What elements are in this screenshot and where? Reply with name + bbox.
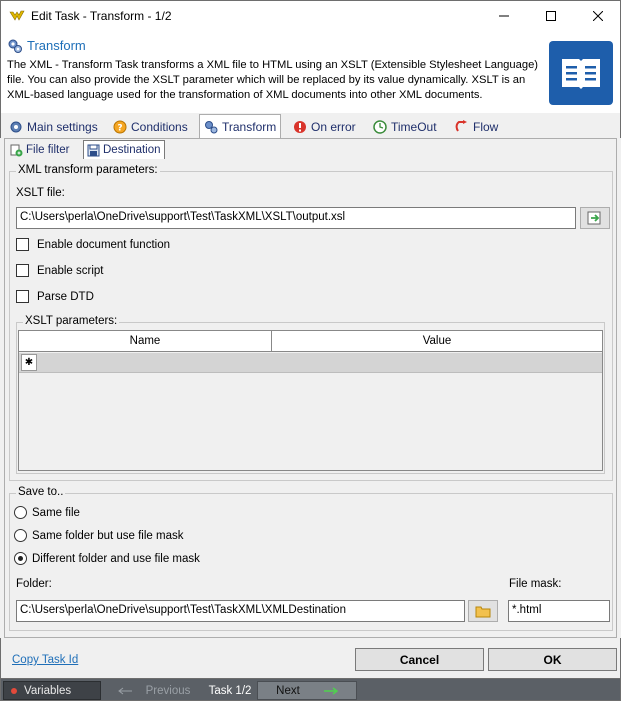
group-legend: XML transform parameters: [16, 164, 160, 176]
column-header-value[interactable]: Value [272, 331, 602, 352]
file-mask-label: File mask: [509, 578, 562, 590]
tab-main-settings[interactable]: Main settings [5, 116, 102, 138]
new-row-icon: ✱ [21, 354, 37, 371]
radio-same-file[interactable]: Same file [14, 506, 80, 519]
destination-icon [87, 144, 100, 156]
error-icon [294, 121, 306, 133]
tab-conditions[interactable]: ? Conditions [109, 116, 192, 138]
checkbox-box [16, 290, 29, 303]
radio-different-folder-mask[interactable]: Different folder and use file mask [14, 552, 200, 565]
arrow-left-icon [117, 687, 132, 694]
transform-icon [8, 39, 22, 53]
gear-icon [10, 121, 22, 133]
folder-icon [475, 606, 491, 617]
app-logo-icon [9, 10, 25, 21]
xslt-file-input[interactable]: C:\Users\perla\OneDrive\support\Test\Tas… [16, 207, 576, 229]
question-icon: ? [113, 120, 127, 134]
variables-button[interactable]: Variables [3, 681, 101, 700]
tab-label: Conditions [131, 120, 188, 134]
tab-label: TimeOut [391, 120, 437, 134]
radio-label: Different folder and use file mask [32, 552, 200, 565]
tab-label: Transform [222, 119, 277, 134]
previous-label: Previous [145, 684, 191, 697]
cancel-button[interactable]: Cancel [355, 648, 484, 671]
table-row-new[interactable]: ✱ [19, 353, 602, 373]
xslt-file-label: XSLT file: [16, 187, 65, 199]
enable-script-checkbox[interactable]: Enable script [16, 264, 103, 277]
record-icon [11, 687, 17, 694]
radio-circle [14, 529, 27, 542]
checkbox-label: Enable script [37, 264, 104, 277]
arrow-right-icon [323, 686, 338, 695]
file-filter-icon [10, 144, 23, 156]
checkbox-label: Enable document function [37, 238, 170, 251]
close-icon [593, 11, 603, 21]
timeout-icon [373, 120, 387, 134]
svg-text:?: ? [117, 124, 122, 134]
folder-input[interactable]: C:\Users\perla\OneDrive\support\Test\Tas… [16, 600, 465, 622]
subtab-destination[interactable]: Destination [83, 140, 165, 159]
file-mask-input[interactable]: *.html [508, 600, 610, 622]
xml-transform-group: XML transform parameters: XSLT file: C:\… [9, 164, 613, 481]
dialog-footer: Copy Task Id Cancel OK [0, 638, 621, 678]
header-title: Transform [27, 38, 86, 53]
previous-button[interactable]: Previous [104, 681, 204, 700]
radio-same-folder-mask[interactable]: Same folder but use file mask [14, 529, 184, 542]
browse-folder-button[interactable] [468, 600, 498, 622]
transform-panel: File filter Destination XML transform pa… [4, 138, 617, 638]
radio-label: Same folder but use file mask [32, 529, 184, 542]
book-icon [549, 41, 613, 105]
task-counter: Task 1/2 [204, 681, 256, 700]
checkbox-box [16, 264, 29, 277]
subtab-file-filter[interactable]: File filter [7, 141, 72, 159]
flow-icon [455, 120, 467, 132]
tab-flow[interactable]: Flow [451, 116, 502, 138]
xslt-parameters-group: XSLT parameters: Name Value ✱ [16, 315, 605, 474]
status-bar: Variables Previous Task 1/2 Next [0, 678, 621, 701]
transform-icon [205, 120, 218, 133]
radio-label: Same file [32, 506, 80, 519]
group-legend: XSLT parameters: [23, 315, 120, 327]
checkbox-label: Parse DTD [37, 290, 94, 303]
radio-circle [14, 506, 27, 519]
minimize-button[interactable] [481, 1, 527, 31]
close-button[interactable] [575, 1, 621, 31]
tab-label: On error [311, 120, 356, 134]
enable-document-function-checkbox[interactable]: Enable document function [16, 238, 170, 251]
next-button[interactable]: Next [257, 681, 357, 700]
parse-dtd-checkbox[interactable]: Parse DTD [16, 290, 94, 303]
copy-task-id-link[interactable]: Copy Task Id [12, 654, 78, 666]
tab-transform[interactable]: Transform [199, 114, 282, 138]
subtab-label: File filter [26, 144, 70, 156]
checkbox-box [16, 238, 29, 251]
column-header-name[interactable]: Name [19, 331, 272, 352]
next-label: Next [276, 684, 300, 697]
tab-timeout[interactable]: TimeOut [369, 116, 441, 138]
ok-button[interactable]: OK [488, 648, 617, 671]
main-tab-strip: Main settings ? Conditions Transform On … [0, 113, 621, 138]
minimize-icon [499, 15, 509, 17]
sub-tab-strip: File filter Destination [5, 139, 616, 159]
save-to-group: Save to.. Same file Same folder but use … [9, 486, 613, 631]
maximize-button[interactable] [528, 1, 574, 31]
maximize-icon [546, 11, 556, 21]
browse-xslt-button[interactable] [580, 207, 610, 229]
tab-label: Flow [473, 120, 499, 134]
tab-on-error[interactable]: On error [289, 116, 360, 138]
group-legend: Save to.. [16, 486, 66, 498]
header-description: The XML - Transform Task transforms a XM… [7, 59, 539, 101]
task-header: Transform The XML - Transform Task trans… [0, 31, 621, 113]
xslt-parameters-grid[interactable]: Name Value ✱ [18, 330, 603, 471]
open-file-icon [587, 211, 601, 225]
title-bar: Edit Task - Transform - 1/2 [0, 0, 621, 31]
subtab-label: Destination [103, 144, 161, 156]
tab-label: Main settings [27, 120, 98, 134]
window-title: Edit Task - Transform - 1/2 [31, 9, 172, 23]
radio-circle [14, 552, 27, 565]
variables-label: Variables [24, 684, 72, 697]
folder-label: Folder: [16, 578, 52, 590]
